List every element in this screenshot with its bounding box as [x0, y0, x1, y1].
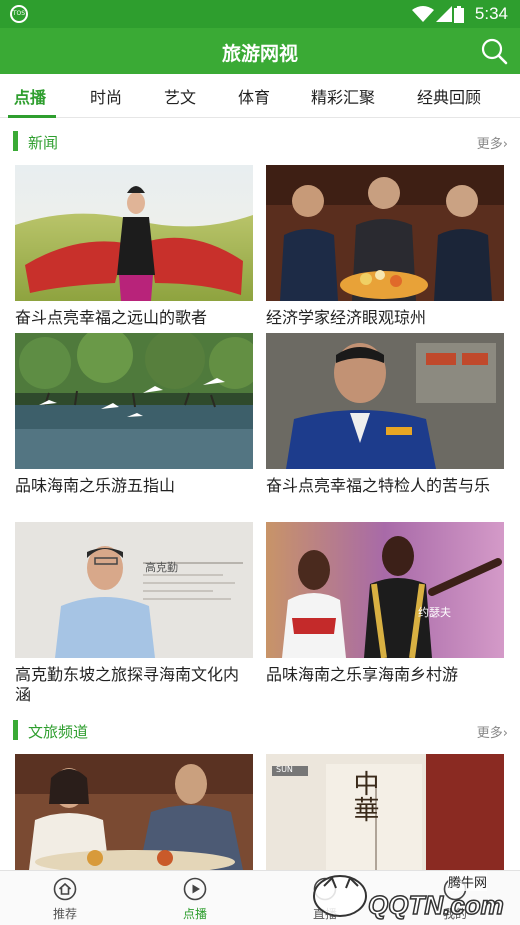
section-title: 文旅频道	[28, 723, 89, 741]
tab-highlights[interactable]: 精彩汇聚	[311, 84, 375, 108]
video-thumbnail[interactable]	[15, 333, 253, 469]
tab-sports[interactable]: 体育	[238, 84, 270, 108]
more-link[interactable]: 更多›	[477, 133, 508, 152]
video-card[interactable]: 约瑟夫 品味海南之乐享海南乡村游	[266, 522, 504, 685]
nav-item-vod[interactable]: 点播	[165, 877, 225, 922]
watermark-brand-text: QQTN.com	[367, 889, 504, 921]
video-thumbnail[interactable]: 约瑟夫	[266, 522, 504, 658]
video-card[interactable]: 品味海南之乐游五指山	[15, 333, 253, 496]
chevron-right-icon: ›	[502, 726, 508, 741]
app-notification-icon: TOS	[10, 5, 28, 23]
book-brand-text: SUN	[276, 765, 293, 774]
tab-arts[interactable]: 艺文	[164, 84, 196, 108]
video-thumbnail[interactable]	[15, 754, 253, 870]
person-label-text: 约瑟夫	[418, 606, 451, 619]
watermark-cn-text: 腾牛网	[448, 872, 488, 891]
book-title-text: 中華	[349, 770, 379, 822]
video-card[interactable]	[15, 754, 253, 870]
battery-icon	[454, 6, 464, 23]
section-title: 新闻	[28, 134, 59, 152]
video-thumbnail[interactable]: 高克勤	[15, 522, 253, 658]
video-thumbnail[interactable]: SUN 中華	[266, 754, 504, 870]
nav-item-recommend[interactable]: 推荐	[35, 877, 95, 922]
tab-fashion[interactable]: 时尚	[90, 84, 122, 108]
video-card[interactable]: SUN 中華	[266, 754, 504, 870]
video-card[interactable]: 经济学家经济眼观琼州	[266, 165, 504, 328]
video-thumbnail[interactable]	[266, 333, 504, 469]
video-title: 奋斗点亮幸福之特检人的苦与乐	[266, 476, 491, 495]
video-title: 品味海南之乐享海南乡村游	[266, 665, 459, 684]
video-thumbnail[interactable]	[15, 165, 253, 301]
section-accent-bar	[13, 720, 18, 740]
wifi-icon	[412, 6, 434, 22]
chevron-right-icon: ›	[502, 137, 508, 152]
play-icon	[183, 877, 207, 901]
section-accent-bar	[13, 131, 18, 151]
video-title: 品味海南之乐游五指山	[15, 476, 176, 495]
home-icon	[53, 877, 77, 901]
search-icon[interactable]	[480, 37, 508, 65]
app-header: 旅游网视	[0, 28, 520, 74]
status-time: 5:34	[474, 4, 508, 23]
status-bar: TOS 5:34	[0, 0, 520, 28]
video-title: 奋斗点亮幸福之远山的歌者	[15, 308, 208, 327]
tab-dianbo[interactable]: 点播	[14, 84, 46, 108]
more-link[interactable]: 更多›	[477, 722, 508, 741]
video-title: 高克勤东坡之旅探寻海南文化内涵	[15, 665, 240, 704]
name-card-text: 高克勤	[145, 561, 178, 574]
tab-classics[interactable]: 经典回顾	[417, 84, 481, 108]
video-title: 经济学家经济眼观琼州	[266, 308, 427, 327]
section-header-news: 新闻 更多›	[0, 129, 520, 153]
section-header-culture-travel: 文旅频道 更多›	[0, 718, 520, 742]
tab-indicator	[8, 115, 56, 118]
watermark: 腾牛网 QQTN.com	[302, 868, 520, 925]
cellular-icon	[436, 6, 452, 22]
video-card[interactable]: 奋斗点亮幸福之特检人的苦与乐	[266, 333, 504, 496]
page-title: 旅游网视	[221, 43, 298, 65]
video-thumbnail[interactable]	[266, 165, 504, 301]
video-card[interactable]: 奋斗点亮幸福之远山的歌者	[15, 165, 253, 328]
video-card[interactable]: 高克勤 高克勤东坡之旅探寻海南文化内涵	[15, 522, 253, 705]
category-tabs: 点播 时尚 艺文 体育 精彩汇聚 经典回顾	[0, 74, 520, 118]
